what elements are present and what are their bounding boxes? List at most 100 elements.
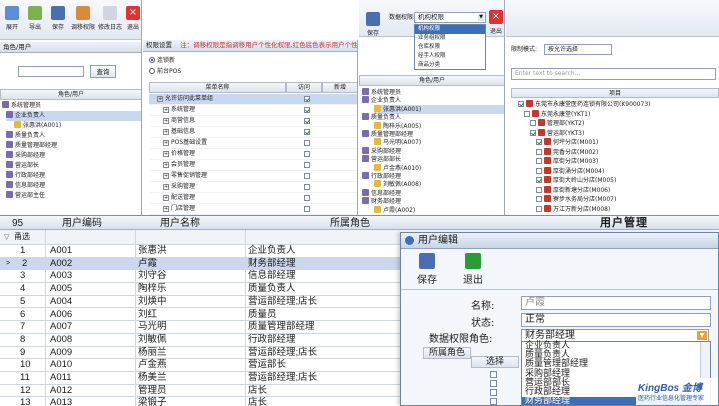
org-item[interactable]: 厚街涌分店(M004)	[536, 166, 604, 176]
exit-button[interactable]: 退出	[459, 253, 487, 286]
org-checkbox[interactable]	[518, 101, 524, 107]
tree-item[interactable]: 信息部经理	[6, 181, 141, 191]
table-row[interactable]: 3 A003 刘守谷 信息部经理	[0, 270, 400, 284]
data-permission-select[interactable]: 机构权限 ▼	[414, 12, 486, 23]
menu-row[interactable]: + 商营信息	[149, 116, 357, 127]
table-row[interactable]: 6 A006 刘红 质量员	[0, 309, 400, 322]
change-log-button[interactable]: 修改日志	[98, 6, 122, 31]
visit-checkbox[interactable]	[304, 151, 310, 157]
org-checkbox[interactable]	[536, 148, 542, 155]
org-checkbox[interactable]	[536, 196, 542, 202]
visit-checkbox[interactable]	[304, 140, 310, 146]
org-item[interactable]: 营运部(YKT3)	[530, 128, 584, 138]
org-item[interactable]: 寮步水务局分店(M007)	[536, 195, 616, 204]
org-item[interactable]: 厚街大岭山分店(M005)	[536, 176, 616, 185]
dropdown-option[interactable]: 业务组权限	[415, 34, 485, 43]
table-row[interactable]: 7 A007 马光明 质量管理部经理	[0, 321, 400, 334]
radio-chain[interactable]: 连锁新	[149, 56, 175, 66]
tree-item[interactable]: 行政部经理	[6, 171, 141, 181]
org-checkbox[interactable]	[530, 129, 536, 136]
org-item[interactable]: 莞香分店(M002)	[536, 147, 598, 157]
menu-row[interactable]: + 基础信息	[149, 127, 357, 138]
table-row[interactable]: 1 A001 张惠洪 企业负责人	[0, 245, 400, 258]
menu-row[interactable]: + 价格管理	[149, 149, 357, 160]
table-row[interactable]: 11 A011 杨美兰 营运部经理;店长	[0, 372, 400, 385]
org-checkbox[interactable]	[536, 205, 542, 212]
tree-item[interactable]: 营运部长	[6, 161, 141, 171]
table-row[interactable]: 2 > A002 卢霞 财务部经理	[0, 257, 400, 271]
dropdown-option[interactable]: 仓库权限	[415, 43, 485, 52]
org-item[interactable]: 何坪分店(M001)	[536, 138, 598, 147]
tree-item[interactable]: 系统管理员	[2, 101, 141, 111]
org-item[interactable]: 东莞市永康堂医药连锁有限公司(K900073)	[518, 100, 651, 109]
menu-row[interactable]: + POS基础设置	[149, 138, 357, 149]
exit-button[interactable]: × 退出	[488, 10, 504, 35]
org-checkbox[interactable]	[524, 110, 530, 117]
search-input[interactable]	[18, 66, 84, 77]
org-item[interactable]: 万江万新分店(M008)	[536, 204, 610, 214]
org-item[interactable]: 管理部(YKT2)	[530, 119, 584, 128]
search-button[interactable]: 查询	[90, 65, 116, 78]
table-row[interactable]: 8 A008 刘敏佩 行政部经理	[0, 334, 400, 347]
export-button[interactable]: 导出	[25, 6, 45, 31]
menu-row[interactable]: + 门店管理	[149, 204, 357, 215]
save-button[interactable]: 保存	[363, 12, 383, 37]
visit-checkbox[interactable]	[304, 184, 310, 190]
table-row[interactable]: 5 A004 刘焕中 营运部经理;店长	[0, 296, 400, 309]
status-select[interactable]: 正常	[521, 313, 711, 327]
org-checkbox[interactable]	[536, 167, 542, 174]
table-row[interactable]: 13 A013 梁锻子 店长	[0, 397, 400, 406]
org-checkbox[interactable]	[536, 186, 542, 193]
menu-row[interactable]: + 会员管理	[149, 160, 357, 171]
tab-role-user[interactable]: 角色/用户	[0, 42, 141, 53]
search-input[interactable]: Enter text to search...	[511, 68, 716, 80]
visit-checkbox[interactable]	[304, 206, 310, 212]
tab-permission[interactable]: 权限设置 注：调移权限是指调移用户个性化权限,红色底色表示用户个性化权限的	[143, 40, 357, 52]
visit-checkbox[interactable]	[304, 195, 310, 201]
visit-checkbox[interactable]	[304, 107, 310, 113]
org-item[interactable]: 厚街分店(M003)	[536, 157, 598, 166]
expand-button[interactable]: 展开	[2, 6, 22, 31]
visit-checkbox[interactable]	[304, 173, 310, 179]
restrict-mode-select[interactable]: 按允许选择	[544, 44, 612, 55]
save-button[interactable]: 保存	[413, 253, 441, 286]
table-row[interactable]: 4 A005 陶梓乐 质量负责人	[0, 283, 400, 296]
menu-row[interactable]: + 配送管理	[149, 193, 357, 204]
visit-checkbox[interactable]	[304, 129, 310, 135]
save-button[interactable]: 保存	[48, 6, 68, 31]
role-checkbox[interactable]	[490, 389, 497, 396]
tree-item[interactable]: 张惠洪(A001)	[14, 121, 141, 131]
tree-item[interactable]: 卢霞(A002)	[374, 205, 504, 215]
org-checkbox[interactable]	[530, 120, 536, 126]
filter-row[interactable]: ▽ 甬选	[0, 230, 400, 245]
menu-row[interactable]: + 采购管理	[149, 182, 357, 193]
tree-item[interactable]: 质量负责人	[6, 131, 141, 141]
role-checkbox[interactable]	[490, 398, 497, 405]
role-checkbox[interactable]	[490, 371, 497, 378]
dropdown-option[interactable]: 机构权限	[415, 25, 485, 34]
menu-row[interactable]: + 允许访问此菜单组	[149, 94, 357, 105]
dropdown-option[interactable]: 经手人权限	[415, 52, 485, 61]
table-row[interactable]: 10 A010 卢金燕 营运部长	[0, 359, 400, 372]
org-item[interactable]: 厚街新塘分店(M006)	[536, 185, 610, 195]
adjust-permission-button[interactable]: 调移权限	[70, 6, 96, 31]
tree-item[interactable]: 营运部主任	[6, 191, 141, 201]
visit-checkbox[interactable]	[304, 118, 310, 124]
table-row[interactable]: 9 A009 杨丽兰 营运部经理;店长	[0, 347, 400, 360]
tree-item[interactable]: 企业负责人	[6, 111, 141, 121]
org-item[interactable]: 东莞永康堂(YKT1)	[524, 109, 590, 119]
role-checkbox[interactable]	[490, 380, 497, 387]
menu-row[interactable]: + 零售促销管理	[149, 171, 357, 182]
radio-pos[interactable]: 前台POS	[149, 67, 181, 77]
tree-item[interactable]: 采购部经理	[6, 151, 141, 161]
table-row[interactable]: 12 A012 管理员 店长	[0, 385, 400, 398]
menu-row[interactable]: + 系统管理	[149, 105, 357, 116]
org-checkbox[interactable]	[536, 177, 542, 183]
tree-item[interactable]: 质量管理部经理	[6, 141, 141, 151]
exit-button[interactable]: × 退出	[124, 6, 141, 31]
dropdown-option[interactable]: 商品分类	[415, 61, 485, 70]
visit-checkbox[interactable]	[304, 96, 310, 102]
org-checkbox[interactable]	[536, 158, 542, 164]
visit-checkbox[interactable]	[304, 162, 310, 168]
name-field[interactable]: 卢霞	[521, 296, 711, 310]
